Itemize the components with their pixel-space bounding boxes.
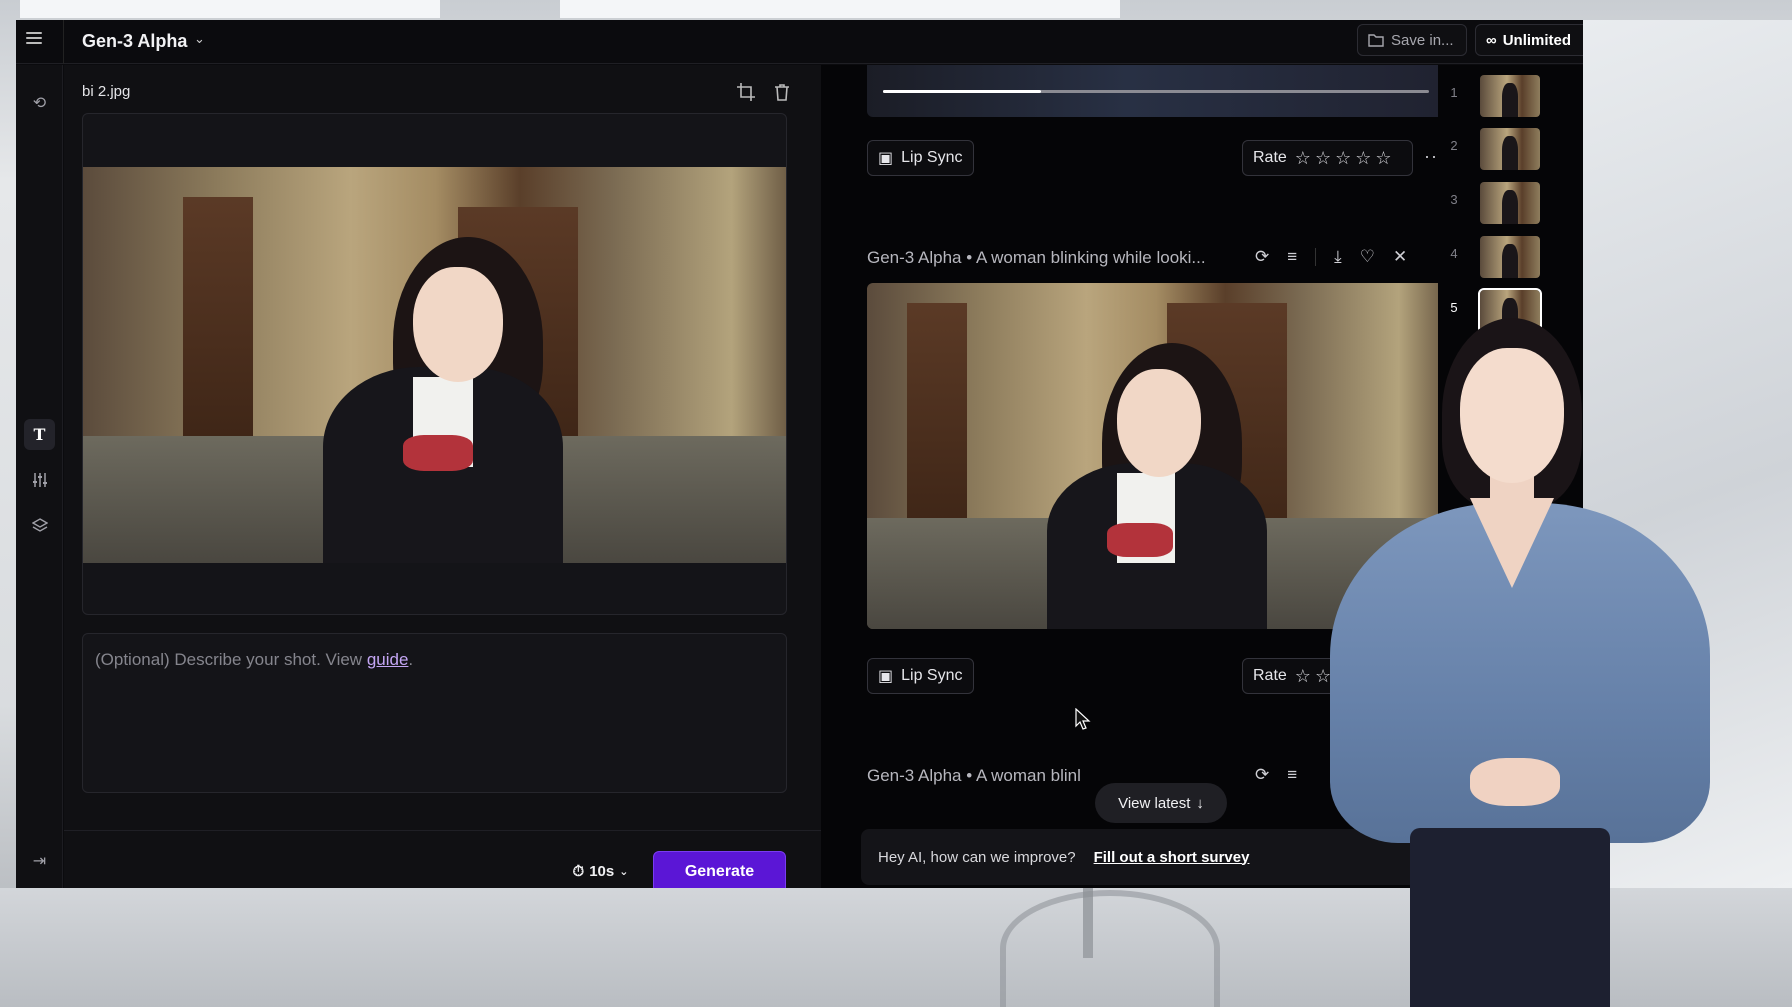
mouse-cursor-icon — [1075, 708, 1091, 730]
lip-sync-button[interactable]: ▣ Lip Sync — [867, 140, 974, 176]
thumbnail-image — [1480, 75, 1540, 117]
video-progress-bar[interactable] — [883, 90, 1429, 93]
survey-link[interactable]: Fill out a short survey — [1094, 849, 1250, 866]
video-progress-fill — [883, 90, 1042, 93]
menu-icon[interactable] — [26, 32, 42, 48]
guide-link[interactable]: guide — [367, 650, 409, 669]
layers-icon[interactable] — [24, 509, 55, 540]
model-selector[interactable]: Gen-3 Alpha — [82, 31, 187, 52]
prompt-placeholder: (Optional) Describe your shot. View — [95, 650, 367, 669]
unlimited-label: Unlimited — [1502, 31, 1572, 49]
duration-selector[interactable]: ⏱ 10s ⌄ — [558, 851, 643, 888]
thumbnail-image — [1480, 236, 1540, 278]
divider — [64, 830, 821, 831]
generation-actions: ⟳ ≡ ⤓ ♡ ✕ — [1255, 247, 1407, 267]
reuse-icon[interactable]: ⟳ — [1255, 247, 1269, 267]
generation-title: Gen-3 Alpha • A woman blinl — [867, 766, 1081, 785]
thumbnail-image — [1480, 182, 1540, 224]
input-panel: bi 2.jpg (Optional) Describe your shot. … — [64, 65, 821, 888]
thumbnail-item[interactable]: 3 — [1438, 182, 1583, 228]
thumbnail-number: 5 — [1450, 300, 1458, 315]
presenter-face — [1460, 348, 1564, 483]
chevron-down-icon: ⌄ — [619, 865, 629, 878]
thumbnail-number: 3 — [1450, 192, 1458, 207]
presenter-avatar — [1320, 318, 1720, 1007]
rate-label: Rate — [1253, 667, 1287, 684]
lip-sync-icon: ▣ — [878, 668, 894, 685]
file-name: bi 2.jpg — [82, 83, 131, 100]
thumbnail-number: 1 — [1450, 85, 1458, 100]
heart-icon[interactable]: ♡ — [1360, 247, 1375, 267]
timer-icon: ⏱ — [572, 862, 585, 880]
prompt-details-icon[interactable]: ≡ — [1287, 247, 1297, 267]
top-bar: Gen-3 Alpha ⌄ Save in... ∞ Unlimited — [16, 20, 1583, 64]
thumbnail-number: 4 — [1450, 246, 1458, 261]
thumbnail-item[interactable]: 4 — [1438, 236, 1583, 282]
save-in-label: Save in... — [1391, 31, 1454, 49]
rate-label: Rate — [1253, 149, 1287, 166]
divider — [63, 20, 64, 64]
undo-icon[interactable]: ⟲ — [24, 87, 55, 118]
star-icon[interactable]: ☆ — [1355, 148, 1371, 169]
collapse-sidebar-icon[interactable]: ⇥ — [24, 845, 55, 876]
text-tool-icon[interactable]: T — [24, 419, 55, 450]
prompt-details-icon[interactable]: ≡ — [1287, 765, 1297, 785]
crop-icon[interactable] — [736, 82, 756, 102]
star-icon[interactable]: ☆ — [1375, 148, 1391, 169]
lip-sync-button[interactable]: ▣ Lip Sync — [867, 658, 974, 694]
prompt-suffix: . — [408, 650, 414, 669]
star-icon[interactable]: ☆ — [1295, 148, 1311, 169]
lip-sync-icon: ▣ — [878, 150, 894, 167]
star-icon[interactable]: ☆ — [1335, 148, 1351, 169]
thumbnail-image — [1480, 128, 1540, 170]
infinity-icon: ∞ — [1486, 31, 1497, 49]
tool-sidebar: ⟲ T ⇥ — [16, 65, 63, 888]
folder-icon — [1368, 34, 1384, 47]
star-icon[interactable]: ☆ — [1315, 148, 1331, 169]
rate-widget: Rate ☆ ☆ ☆ ☆ ☆ — [1242, 140, 1413, 176]
survey-question: Hey AI, how can we improve? — [878, 848, 1076, 866]
reuse-icon[interactable]: ⟳ — [1255, 765, 1269, 785]
arrow-down-icon: ↓ — [1196, 794, 1204, 812]
prompt-input[interactable]: (Optional) Describe your shot. View guid… — [82, 633, 787, 793]
input-image — [83, 167, 786, 563]
lip-sync-label: Lip Sync — [901, 149, 963, 166]
generate-button[interactable]: Generate — [653, 851, 786, 888]
presenter-pants — [1410, 828, 1610, 1007]
thumbnail-item[interactable]: 2 — [1438, 128, 1583, 174]
generation-actions: ⟳ ≡ — [1255, 765, 1297, 785]
duration-value: 10s — [589, 862, 615, 880]
chair-base — [1000, 890, 1220, 1007]
save-in-button[interactable]: Save in... — [1357, 24, 1467, 56]
view-latest-button[interactable]: View latest ↓ — [1095, 783, 1227, 823]
ceiling-light — [560, 0, 1120, 18]
star-icon[interactable]: ☆ — [1295, 666, 1311, 687]
close-icon[interactable]: ✕ — [1393, 247, 1407, 267]
lip-sync-label: Lip Sync — [901, 667, 963, 684]
generation-title: Gen-3 Alpha • A woman blinking while loo… — [867, 248, 1206, 267]
video-player[interactable] — [867, 65, 1445, 117]
ceiling-light — [20, 0, 440, 18]
thumbnail-number: 2 — [1450, 138, 1458, 153]
chevron-down-icon[interactable]: ⌄ — [194, 31, 205, 47]
sliders-icon[interactable] — [24, 464, 55, 495]
thumbnail-item[interactable]: 1 — [1438, 75, 1583, 121]
download-icon[interactable]: ⤓ — [1334, 247, 1342, 267]
presenter-hands — [1470, 758, 1560, 806]
trash-icon[interactable] — [772, 82, 792, 102]
view-latest-label: View latest — [1118, 794, 1191, 812]
input-image-frame[interactable] — [82, 113, 787, 615]
unlimited-button[interactable]: ∞ Unlimited — [1475, 24, 1583, 56]
